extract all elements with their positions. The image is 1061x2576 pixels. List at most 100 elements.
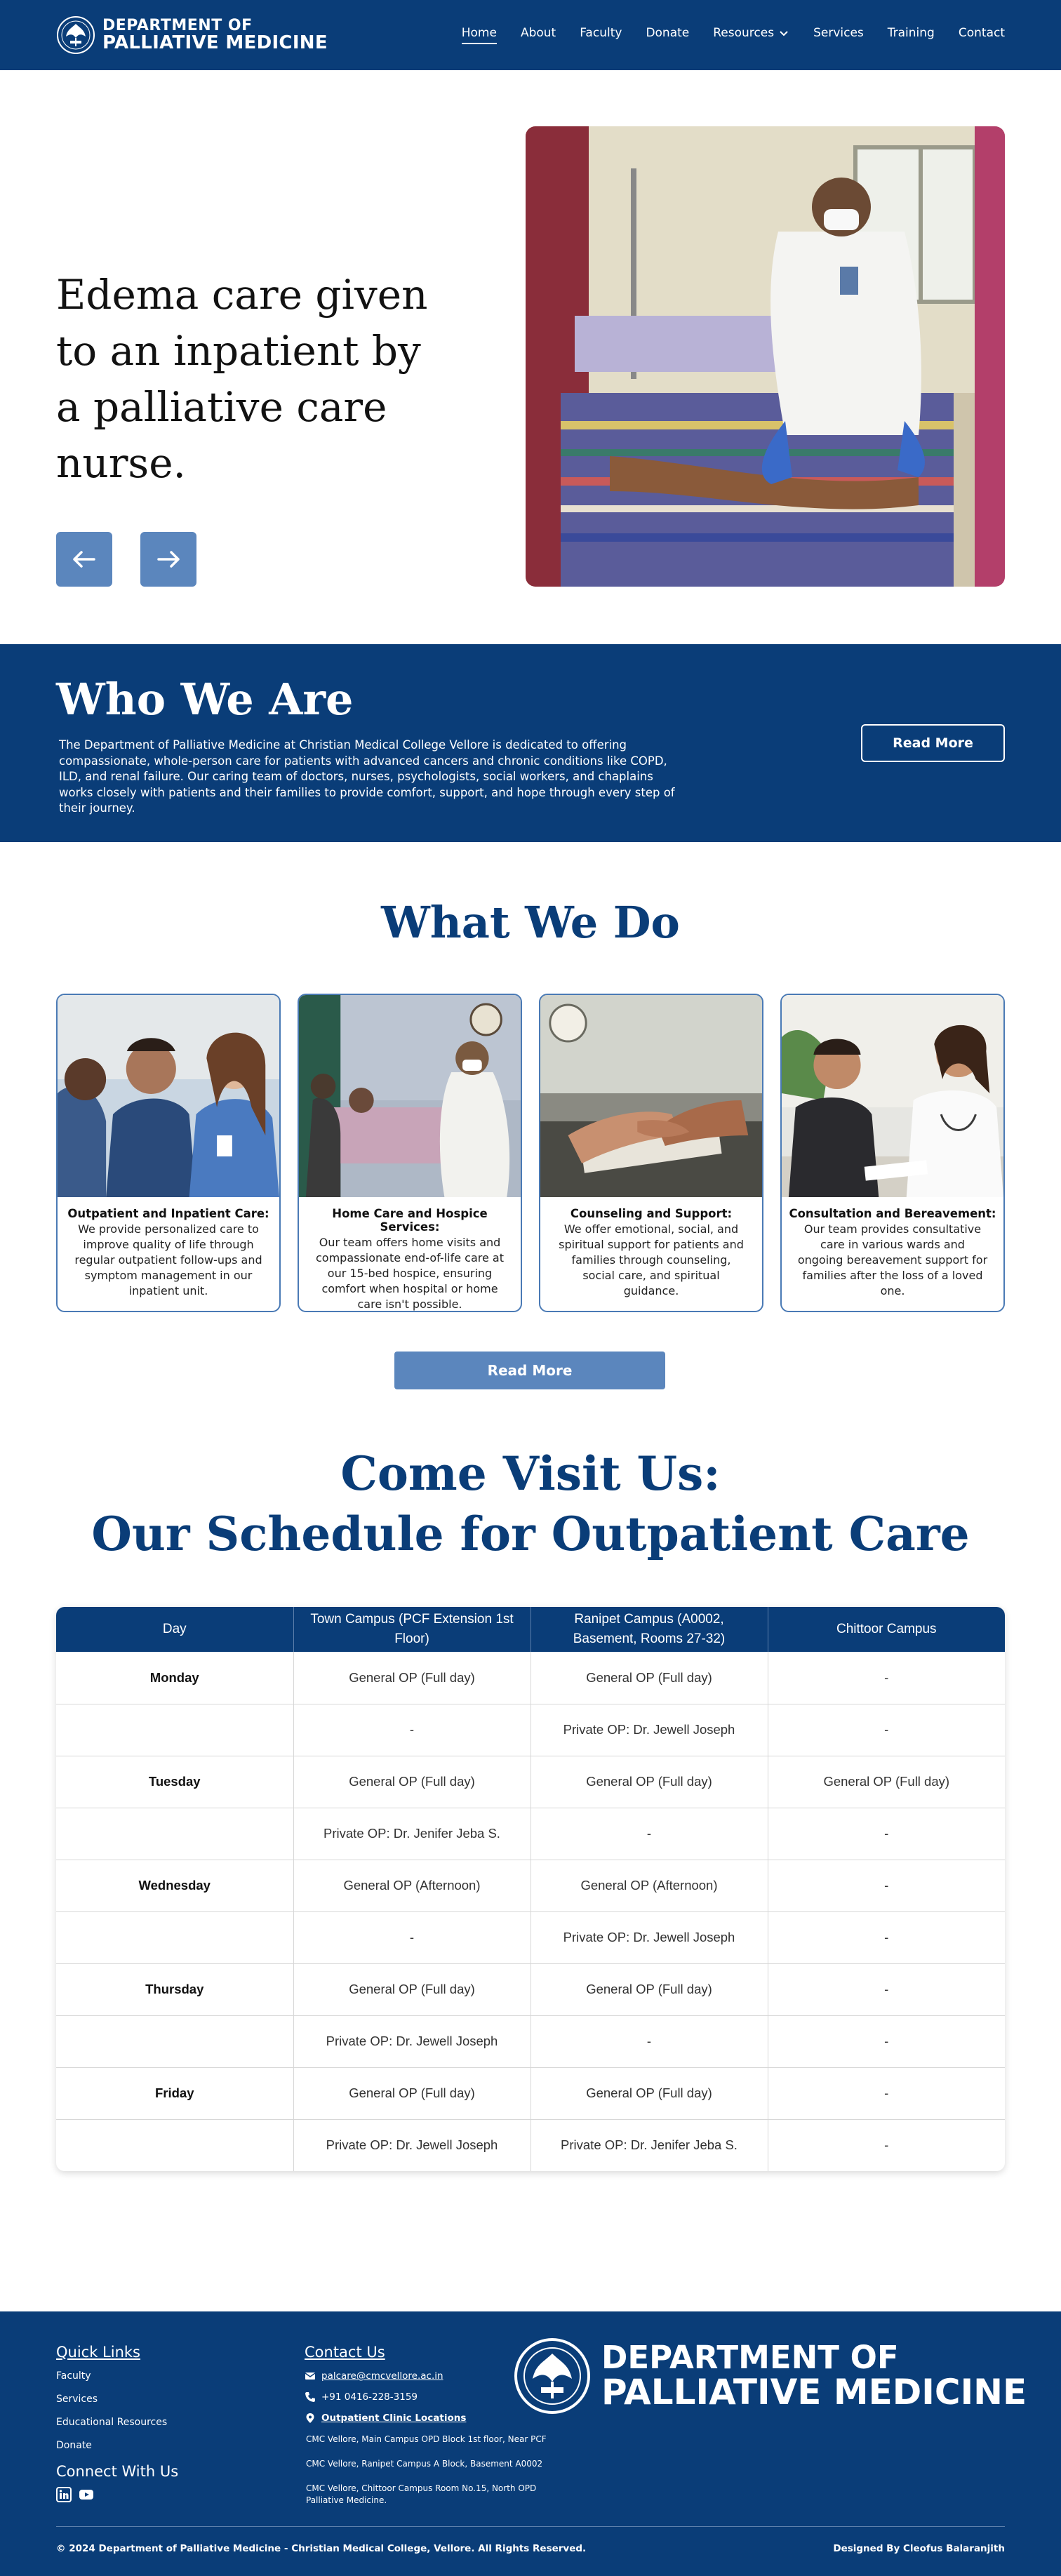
arrow-left-icon — [73, 551, 95, 568]
footer-link-faculty[interactable]: Faculty — [56, 2370, 178, 2382]
table-cell: - — [768, 1808, 1005, 1860]
table-cell: - — [530, 1808, 768, 1860]
service-card[interactable]: Outpatient and Inpatient Care: We provid… — [56, 994, 281, 1312]
table-cell-day — [56, 1911, 294, 1964]
carousel-next-button[interactable] — [140, 532, 196, 587]
table-cell-day: Wednesday — [56, 1860, 294, 1912]
card-title: Outpatient and Inpatient Care: — [67, 1207, 269, 1220]
service-card[interactable]: Counseling and Support: We offer emotion… — [539, 994, 763, 1312]
nav-faculty[interactable]: Faculty — [580, 26, 622, 44]
table-row: Thursday General OP (Full day) General O… — [56, 1963, 1005, 2016]
card-text: Our team provides consultative care in v… — [797, 1222, 988, 1298]
service-card[interactable]: Consultation and Bereavement: Our team p… — [780, 994, 1005, 1312]
table-cell: - — [768, 1652, 1005, 1704]
table-cell: General OP (Full day) — [293, 1652, 531, 1704]
card-title: Counseling and Support: — [570, 1207, 733, 1220]
nav-contact[interactable]: Contact — [959, 26, 1005, 44]
service-card[interactable]: Home Care and Hospice Services: Our team… — [298, 994, 522, 1312]
what-we-do-title: What We Do — [381, 897, 680, 948]
footer: Quick Links Faculty Services Educational… — [0, 2311, 1061, 2576]
table-cell: General OP (Afternoon) — [293, 1860, 531, 1912]
photo-care-team — [58, 995, 279, 1197]
table-row: Tuesday General OP (Full day) General OP… — [56, 1756, 1005, 1808]
photo-home-care — [299, 995, 521, 1197]
hero-photo-nurse-edema-care — [526, 126, 1005, 587]
youtube-icon[interactable] — [79, 2487, 94, 2502]
table-cell: General OP (Afternoon) — [530, 1860, 768, 1912]
schedule-title-line2: Our Schedule for Outpatient Care — [91, 1506, 970, 1561]
table-cell-day: Tuesday — [56, 1756, 294, 1808]
linkedin-icon[interactable] — [56, 2487, 72, 2502]
table-cell: - — [768, 1911, 1005, 1964]
carousel-prev-button[interactable] — [56, 532, 112, 587]
who-we-are-title: Who We Are — [56, 674, 354, 725]
location-address: CMC Vellore, Ranipet Campus A Block, Bas… — [306, 2459, 543, 2469]
location-pin-icon — [306, 2413, 314, 2423]
table-cell: - — [884, 2137, 889, 2153]
hero-carousel: Edema care given to an inpatient by a pa… — [56, 126, 1005, 587]
table-cell-day: Thursday — [56, 1963, 294, 2016]
brand-line1: DEPARTMENT OF — [102, 17, 253, 34]
quick-links-title: Quick Links — [56, 2344, 141, 2361]
connect-title: Connect With Us — [56, 2463, 179, 2480]
table-cell: - — [768, 1963, 1005, 2016]
outpatient-schedule-table: Day Town Campus (PCF Extension 1st Floor… — [56, 1607, 1005, 2171]
who-we-are-text: The Department of Palliative Medicine at… — [59, 738, 675, 815]
table-cell: - — [768, 2067, 1005, 2120]
what-we-do-read-more-button[interactable]: Read More — [394, 1352, 665, 1389]
table-cell: General OP (Full day) — [530, 1963, 768, 2016]
brand-logo[interactable]: DEPARTMENT OF PALLIATIVE MEDICINE — [56, 15, 328, 55]
footer-link-donate[interactable]: Donate — [56, 2440, 178, 2451]
card-text: Our team offers home visits and compassi… — [315, 1236, 504, 1312]
table-cell-day: Monday — [56, 1652, 294, 1704]
table-cell: - — [768, 1704, 1005, 1756]
table-cell: - — [768, 2015, 1005, 2068]
designer-credit: Designed By Cleofus Balaranjith — [833, 2543, 1005, 2554]
table-cell: - — [293, 1911, 531, 1964]
who-we-are-read-more-button[interactable]: Read More — [861, 724, 1005, 762]
footer-brand-logo: DEPARTMENT OF PALLIATIVE MEDICINE — [513, 2337, 1027, 2415]
services-cards: Outpatient and Inpatient Care: We provid… — [56, 994, 1005, 1312]
card-text: We offer emotional, social, and spiritua… — [559, 1222, 744, 1298]
table-row: Friday General OP (Full day) General OP … — [56, 2067, 1005, 2120]
table-row: Private OP: Dr. Jewell Joseph Private OP… — [56, 2119, 1005, 2171]
table-cell: General OP (Full day) — [530, 1756, 768, 1808]
table-cell-day — [56, 1808, 294, 1860]
card-text: We provide personalized care to improve … — [74, 1222, 262, 1298]
table-cell: General OP (Full day) — [530, 1652, 768, 1704]
footer-brand-line2: PALLIATIVE MEDICINE — [601, 2372, 1027, 2413]
table-row: - Private OP: Dr. Jewell Joseph - — [56, 1911, 1005, 1964]
phone-icon — [305, 2392, 315, 2402]
table-row: Private OP: Dr. Jenifer Jeba S. - - — [56, 1808, 1005, 1860]
table-cell: Private OP: Dr. Jenifer Jeba S. — [530, 2119, 768, 2171]
nav-resources[interactable]: Resources — [713, 26, 789, 44]
footer-brand-line1: DEPARTMENT OF — [601, 2339, 899, 2377]
clinic-locations-title: Outpatient Clinic Locations — [321, 2413, 467, 2424]
nav-training[interactable]: Training — [888, 26, 935, 44]
table-cell: Private OP: Dr. Jenifer Jeba S. — [293, 1808, 531, 1860]
footer-quick-links: Quick Links Faculty Services Educational… — [56, 2344, 178, 2502]
footer-divider — [56, 2526, 1005, 2527]
table-cell: - — [293, 1704, 531, 1756]
nav-donate[interactable]: Donate — [646, 26, 689, 44]
footer-link-educational-resources[interactable]: Educational Resources — [56, 2417, 178, 2428]
nav-home[interactable]: Home — [461, 26, 497, 44]
schedule-title: Come Visit Us: Our Schedule for Outpatie… — [0, 1444, 1061, 1565]
social-links — [56, 2487, 178, 2502]
location-address: CMC Vellore, Main Campus OPD Block 1st f… — [306, 2434, 547, 2444]
column-header: Ranipet Campus (A0002, Basement, Rooms 2… — [530, 1607, 768, 1652]
table-cell: - — [530, 2015, 768, 2068]
table-header-row: Day Town Campus (PCF Extension 1st Floor… — [56, 1607, 1005, 1652]
page: DEPARTMENT OF PALLIATIVE MEDICINE Home A… — [0, 0, 1061, 2576]
nav-about[interactable]: About — [521, 26, 556, 44]
table-row: - Private OP: Dr. Jewell Joseph - — [56, 1704, 1005, 1756]
table-cell: General OP (Full day) — [530, 2067, 768, 2120]
footer-link-services[interactable]: Services — [56, 2394, 178, 2405]
table-row: Monday General OP (Full day) General OP … — [56, 1652, 1005, 1704]
table-cell: Private OP: Dr. Jewell Joseph — [530, 1911, 768, 1964]
table-cell-day — [56, 2119, 294, 2171]
nav-services[interactable]: Services — [813, 26, 864, 44]
table-cell: Private OP: Dr. Jewell Joseph — [530, 1704, 768, 1756]
table-cell-day — [56, 1704, 294, 1756]
department-seal-icon — [514, 2338, 590, 2414]
